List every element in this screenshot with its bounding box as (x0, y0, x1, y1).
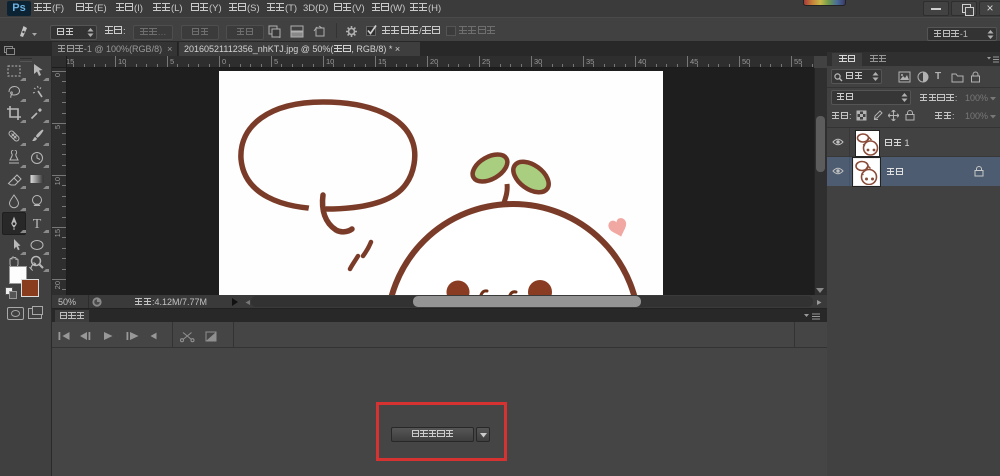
svg-text:T: T (33, 217, 42, 231)
